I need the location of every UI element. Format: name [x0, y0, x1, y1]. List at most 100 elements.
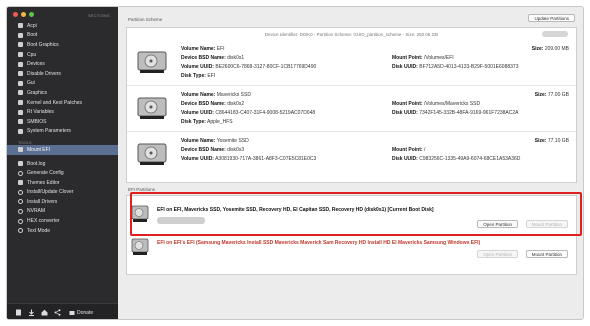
sidebar: SECTIONS Acpi Boot Boot Graphics Cpu Dev…	[7, 7, 118, 319]
home-icon[interactable]	[41, 309, 48, 316]
sidebar-item-label: Boot Graphics	[27, 41, 59, 48]
disk-type-field: Disk Type: EFI	[181, 73, 216, 79]
volume-name-field: Volume Name: EFI	[181, 46, 225, 52]
efi-partition-title: EFI on EFI's EFI (Samsung Mavericks Inst…	[157, 240, 481, 246]
close-window-button[interactable]	[13, 12, 18, 17]
sidebar-item-label: Devices	[27, 61, 45, 68]
sidebar-item-rt-variables[interactable]: Rt Variables	[7, 107, 118, 117]
sidebar-item-install-update-clover[interactable]: Install/Update Clover	[7, 188, 118, 198]
hard-drive-icon	[137, 97, 167, 119]
sidebar-item-label: Disable Drivers	[27, 70, 61, 77]
sidebar-item-cpu[interactable]: Cpu	[7, 50, 118, 60]
install-clover-icon	[18, 189, 23, 195]
volume-entry: Volume Name: Mavericks SSD Device BSD Na…	[137, 88, 569, 129]
sidebar-item-devices[interactable]: Devices	[7, 59, 118, 69]
section-icon	[18, 80, 23, 86]
hard-drive-icon	[137, 51, 167, 73]
sidebar-item-mount-efi[interactable]: Mount EFI	[7, 145, 118, 155]
sidebar-item-themes-editor[interactable]: Themes Editor	[7, 178, 118, 188]
section-icon	[18, 128, 23, 134]
sidebar-item-hex-converter[interactable]: HEX converter	[7, 216, 118, 226]
sidebar-item-label: Cpu	[27, 51, 37, 58]
window-controls	[13, 12, 34, 17]
size-field: Size: 77.00 GB	[534, 92, 569, 98]
efi-partition-row[interactable]: EFI on EFI's EFI (Samsung Mavericks Inst…	[127, 238, 576, 262]
section-icon	[18, 119, 23, 125]
sidebar-item-label: Generate Config	[27, 170, 64, 177]
generate-config-icon	[18, 170, 23, 176]
sidebar-item-boot-graphics[interactable]: Boot Graphics	[7, 40, 118, 50]
hard-drive-icon	[131, 238, 149, 255]
sidebar-item-disable-drivers[interactable]: Disable Drivers	[7, 69, 118, 79]
donate-label: Donate	[77, 309, 94, 316]
document-icon[interactable]	[15, 309, 22, 316]
volume-uuid-field: Volume UUID: BE2600C6-7868-3127-80CF-1CB…	[181, 64, 317, 70]
section-icon	[18, 61, 23, 67]
section-icon	[18, 52, 23, 58]
disk-uuid-field: Disk UUID: C983256C-1335-49A9-6074-68CE1…	[392, 156, 521, 162]
section-icon	[18, 32, 23, 38]
sidebar-item-nvram[interactable]: NVRAM	[7, 207, 118, 217]
sidebar-list: Acpi Boot Boot Graphics Cpu Devices Disa…	[7, 21, 118, 235]
sidebar-item-graphics[interactable]: Graphics	[7, 88, 118, 98]
sidebar-item-kernel-kext-patches[interactable]: Kernel and Kext Patches	[7, 98, 118, 108]
donate-icon	[69, 310, 75, 315]
sidebar-item-gui[interactable]: Gui	[7, 79, 118, 89]
download-icon[interactable]	[28, 309, 35, 316]
bsd-name-field: Device BSD Name: disk0s1	[181, 55, 245, 61]
sidebar-item-acpi[interactable]: Acpi	[7, 21, 118, 31]
zoom-window-button[interactable]	[29, 12, 34, 17]
size-field: Size: 77.10 GB	[534, 138, 569, 144]
sidebar-item-label: HEX converter	[27, 218, 60, 225]
sidebar-item-label: Gui	[27, 80, 35, 87]
selection-highlight	[130, 192, 582, 236]
sidebar-item-label: NVRAM	[27, 208, 46, 215]
themes-editor-icon	[18, 180, 23, 186]
disk-type-field: Disk Type: Apple_HFS	[181, 119, 233, 125]
sidebar-item-label: Rt Variables	[27, 109, 54, 116]
size-field: Size: 209.00 MB	[531, 46, 569, 52]
sidebar-item-boot[interactable]: Boot	[7, 31, 118, 41]
sidebar-header: SECTIONS	[87, 13, 110, 18]
sidebar-item-system-parameters[interactable]: System Parameters	[7, 127, 118, 137]
sidebar-item-smbios[interactable]: SMBIOS	[7, 117, 118, 127]
section-icon	[18, 109, 23, 115]
share-icon[interactable]	[54, 309, 61, 316]
sidebar-item-label: Kernel and Kext Patches	[27, 99, 83, 106]
app-window: SECTIONS Acpi Boot Boot Graphics Cpu Dev…	[6, 6, 584, 320]
sidebar-item-install-drivers[interactable]: Install Drivers	[7, 197, 118, 207]
scheme-indicator	[542, 31, 568, 37]
main-content: Partition Scheme Update Partitions Devic…	[118, 7, 583, 319]
boot-log-icon	[18, 161, 23, 167]
partition-scheme-label: Partition Scheme	[128, 17, 163, 22]
disk-uuid-field: Disk UUID: BF712A5D-4013-4133-B29F-5001E…	[392, 64, 519, 70]
disk-uuid-field: Disk UUID: 7342F145-332B-48FA-9169-961F7…	[392, 110, 519, 116]
minimize-window-button[interactable]	[21, 12, 26, 17]
install-drivers-icon	[18, 199, 23, 205]
sidebar-item-label: Themes Editor	[27, 179, 60, 186]
sidebar-item-label: SMBIOS	[27, 118, 47, 125]
hex-converter-icon	[18, 218, 23, 224]
partition-scheme-panel: Device Identifier: DISK0 - Partition Sch…	[126, 27, 577, 183]
volume-uuid-field: Volume UUID: C8644183-C407-31F4-9008-521…	[181, 110, 316, 116]
sidebar-item-text-mode[interactable]: Text Mode	[7, 226, 118, 236]
update-partitions-button[interactable]: Update Partitions	[528, 14, 575, 22]
volume-uuid-field: Volume UUID: A3081930-717A-3861-A8F3-C07…	[181, 156, 317, 162]
sidebar-item-label: System Parameters	[27, 128, 71, 135]
open-partition-button[interactable]: Open Partition	[477, 250, 518, 258]
volume-entry: Volume Name: EFI Device BSD Name: disk0s…	[137, 42, 569, 83]
sidebar-item-generate-config[interactable]: Generate Config	[7, 168, 118, 178]
partition-scheme-title: Device Identifier: DISK0 - Partition Sch…	[264, 32, 439, 37]
sidebar-item-label: Boot.log	[27, 160, 46, 167]
mount-point-field: Mount Point: /Volumes/Mavericks SSD	[392, 101, 481, 107]
mount-partition-button[interactable]: Mount Partition	[525, 250, 568, 258]
donate-button[interactable]: Donate	[69, 310, 93, 316]
mount-efi-icon	[18, 147, 23, 153]
volume-name-field: Volume Name: Mavericks SSD	[181, 92, 251, 98]
sidebar-item-label: Acpi	[27, 22, 37, 29]
section-icon	[18, 90, 23, 96]
volume-entry: Volume Name: Yosemite SSD Device BSD Nam…	[137, 134, 569, 175]
section-icon	[18, 100, 23, 106]
sidebar-item-boot-log[interactable]: Boot.log	[7, 159, 118, 169]
bsd-name-field: Device BSD Name: disk0s2	[181, 101, 245, 107]
